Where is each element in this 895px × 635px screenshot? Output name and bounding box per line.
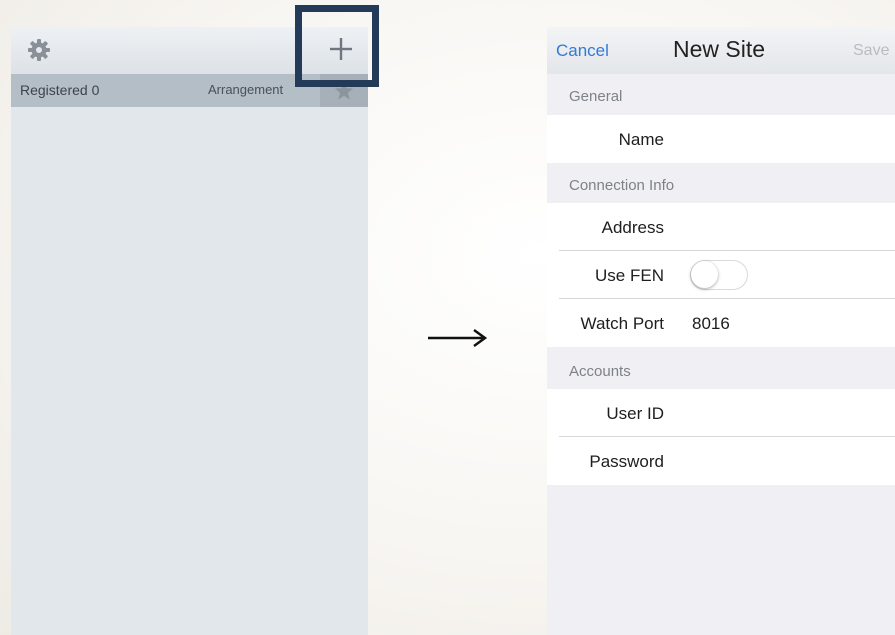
new-site-form: Cancel New Site Save General Name Connec… xyxy=(547,27,895,635)
password-label: Password xyxy=(589,452,664,471)
new-site-nav-bar: Cancel New Site Save xyxy=(547,27,895,75)
password-field[interactable]: Password xyxy=(547,437,895,485)
save-button[interactable]: Save xyxy=(853,42,889,60)
cancel-button[interactable]: Cancel xyxy=(556,41,609,61)
section-accounts-label: Accounts xyxy=(569,363,631,380)
add-button-highlight xyxy=(295,5,379,87)
section-accounts: Accounts xyxy=(547,349,895,390)
watch-port-label: Watch Port xyxy=(580,314,664,333)
name-field[interactable]: Name xyxy=(547,115,895,163)
use-fen-label: Use FEN xyxy=(595,266,664,285)
registered-count: Registered 0 xyxy=(20,82,100,98)
name-label: Name xyxy=(618,130,664,149)
user-id-field[interactable]: User ID xyxy=(547,389,895,437)
site-list-panel: Registered 0 Arrangement xyxy=(11,27,368,635)
arrangement-button[interactable]: Arrangement xyxy=(208,82,283,97)
address-label: Address xyxy=(601,218,664,237)
right-arrow-icon xyxy=(428,328,488,348)
watch-port-field[interactable]: Watch Port 8016 xyxy=(547,299,895,347)
address-field[interactable]: Address xyxy=(547,203,895,251)
use-fen-row: Use FEN xyxy=(547,251,895,299)
section-general-label: General xyxy=(569,88,623,105)
watch-port-input[interactable]: 8016 xyxy=(692,314,730,334)
section-general: General xyxy=(547,74,895,115)
toggle-knob xyxy=(691,261,718,288)
user-id-label: User ID xyxy=(606,404,664,423)
gear-icon[interactable] xyxy=(25,37,53,63)
section-connection: Connection Info xyxy=(547,163,895,204)
page-title: New Site xyxy=(673,36,766,62)
section-connection-label: Connection Info xyxy=(569,177,675,194)
use-fen-toggle[interactable] xyxy=(690,260,748,290)
